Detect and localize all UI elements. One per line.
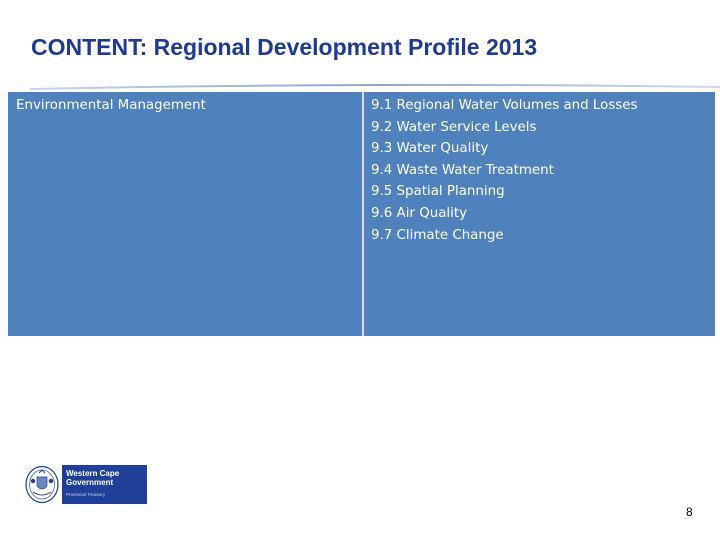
category-cell: Environmental Management [8, 92, 362, 336]
logo-line-3: Provincial Treasury [66, 492, 106, 497]
topics-cell: 9.1 Regional Water Volumes and Losses 9.… [364, 92, 715, 336]
topic-item: 9.5 Spatial Planning [371, 184, 505, 200]
content-table: Environmental Management 9.1 Regional Wa… [8, 92, 715, 336]
topic-item: 9.4 Waste Water Treatment [371, 162, 554, 178]
coat-of-arms-icon [25, 465, 59, 504]
slide-title: CONTENT: Regional Development Profile 20… [31, 34, 538, 60]
topic-item: 9.2 Water Service Levels [371, 119, 537, 135]
topic-item: 9.1 Regional Water Volumes and Losses [371, 98, 638, 113]
topic-list: 9.1 Regional Water Volumes and Losses 9.… [371, 95, 715, 246]
page-number: 8 [686, 505, 693, 519]
western-cape-government-logo: Western Cape Government Provincial Treas… [24, 464, 148, 505]
category-label: Environmental Management [16, 98, 206, 113]
topic-item: 9.3 Water Quality [371, 141, 489, 157]
topic-item: 9.6 Air Quality [371, 205, 468, 221]
logo-line-2: Government [66, 478, 113, 487]
topic-item: 9.7 Climate Change [371, 227, 504, 243]
logo-line-1: Western Cape [66, 469, 120, 478]
